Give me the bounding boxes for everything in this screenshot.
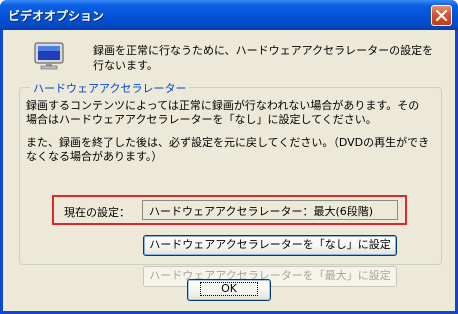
group-paragraph-2: また、録画を終了した後は、必ず設定を元に戻してください。（DVDの再生ができ な…	[26, 136, 430, 163]
title-bar[interactable]: ビデオオプション	[0, 0, 458, 30]
set-none-button[interactable]: ハードウェアアクセラレーターを「なし」に設定	[143, 235, 397, 256]
close-icon	[436, 10, 447, 21]
ok-button[interactable]: OK	[187, 279, 271, 301]
current-setting-highlight: 現在の設定： ハードウェアアクセラレーター：最大(6段階)	[52, 195, 407, 225]
group-paragraph-1: 録画するコンテンツによっては正常に録画が行なわれない場合があります。その 場合は…	[26, 99, 420, 126]
current-setting-value: ハードウェアアクセラレーター：最大(6段階)	[142, 200, 398, 220]
video-options-dialog: ビデオオプション 録画を正常に行なうために、ハードウェアアクセラレーターの設定を…	[0, 0, 458, 314]
monitor-icon	[34, 42, 64, 70]
group-legend: ハードウェアアクセラレーター	[30, 80, 190, 96]
hardware-accelerator-group: ハードウェアアクセラレーター 録画するコンテンツによっては正常に録画が行なわれな…	[19, 80, 442, 287]
current-setting-label: 現在の設定：	[64, 206, 130, 219]
window-title: ビデオオプション	[8, 9, 105, 23]
ok-button-label: OK	[200, 282, 258, 296]
dialog-body: 録画を正常に行なうために、ハードウェアアクセラレーターの設定を 行ないます。 ハ…	[3, 30, 455, 311]
intro-text: 録画を正常に行なうために、ハードウェアアクセラレーターの設定を 行ないます。	[93, 44, 434, 72]
close-button[interactable]	[431, 5, 452, 26]
